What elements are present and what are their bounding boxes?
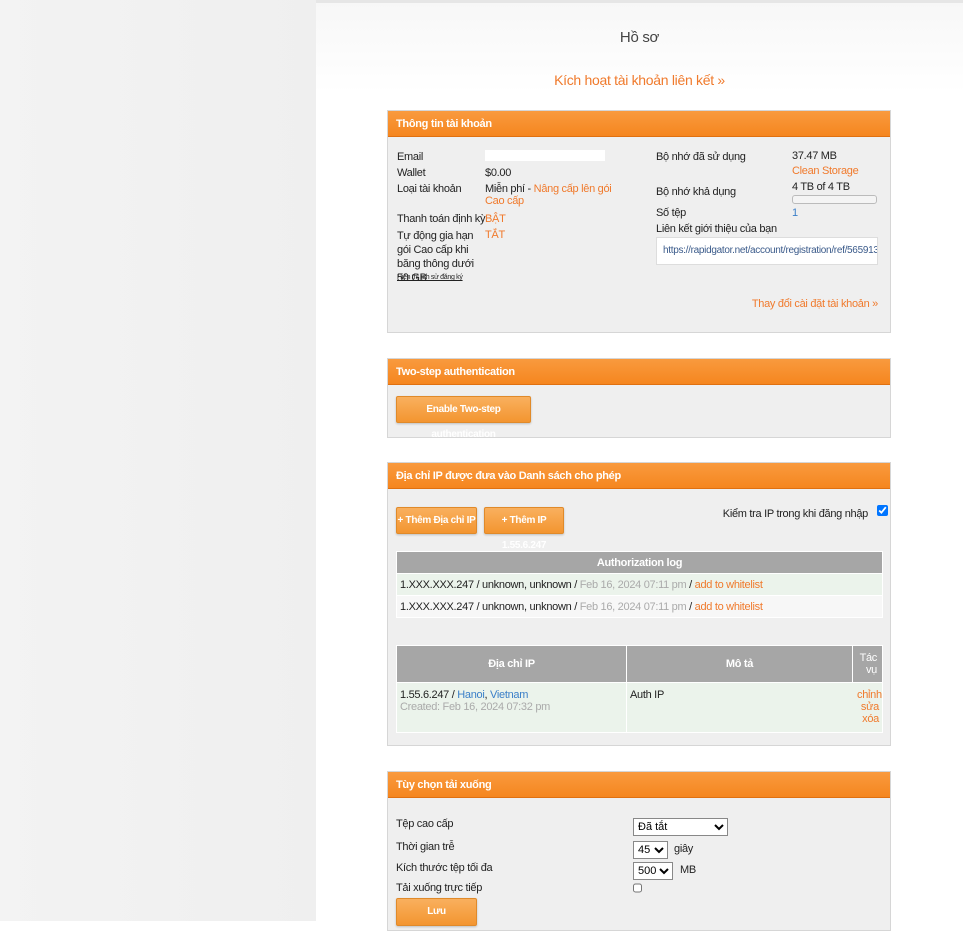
log-location: unknown, unknown [482,601,572,613]
check-ip-label: Kiểm tra IP trong khi đăng nhập [722,508,869,520]
log-ip: 1.XXX.XXX.247 [400,601,474,613]
col-description: Mô tả [626,645,853,683]
delay-select[interactable]: 45 [633,841,668,859]
storage-progress-bar [792,195,877,204]
storage-available-label: Bộ nhớ khả dụng [656,186,736,198]
table-row: 1.XXX.XXX.247 / unknown, unknown / Feb 1… [396,573,883,596]
wallet-label: Wallet [397,167,426,179]
add-to-whitelist-link[interactable]: add to whitelist [695,601,763,613]
premium-files-label: Tệp cao cấp [396,818,454,830]
ip-country: Vietnam [490,689,529,701]
log-ip: 1.XXX.XXX.247 [400,579,474,591]
premium-files-select[interactable]: Đã tắt [633,818,728,836]
add-current-ip-button[interactable]: + Thêm IP 1.55.6.247 [484,507,564,551]
ip-whitelist-panel: Địa chỉ IP được đưa vào Danh sách cho ph… [387,462,891,746]
panel-header: Two-step authentication [388,359,890,385]
save-button[interactable]: Lưu [396,898,477,926]
ip-city: Hanoi [457,689,485,701]
email-label: Email [397,151,424,163]
left-sidebar [0,0,316,921]
max-size-unit: MB [680,864,696,876]
max-size-label: Kích thước tệp tối đa [396,862,493,874]
add-to-whitelist-link[interactable]: add to whitelist [695,579,763,591]
storage-used-label: Bộ nhớ đã sử dụng [656,151,746,163]
delete-ip-link[interactable]: xóa [862,713,879,725]
files-count-value: 1 [792,207,798,219]
files-count-label: Số tệp [656,207,687,219]
download-options-panel: Tùy chọn tải xuống Tệp cao cấp Đã tắt Th… [387,771,891,931]
referral-label: Liên kết giới thiệu của bạn [656,223,777,235]
autorenew-value[interactable]: TẮT [485,229,505,241]
panel-header: Tùy chọn tải xuống [388,772,890,798]
activate-linked-account-link[interactable]: Kích hoạt tài khoản liên kết » [316,72,963,88]
panel-header: Thông tin tài khoản [388,111,890,137]
panel-header: Địa chỉ IP được đưa vào Danh sách cho ph… [388,463,890,489]
change-settings-link[interactable]: Thay đổi cài đặt tài khoản » [752,298,878,310]
recurring-label: Thanh toán định kỳ [397,213,486,225]
account-type-label: Loại tài khoản [397,183,462,195]
two-step-panel: Two-step authentication Enable Two-step … [387,358,891,440]
col-actions: Tác vụ [852,645,883,683]
edit-ip-link[interactable]: chỉnh sửa [857,689,882,713]
enable-two-step-button[interactable]: Enable Two-step authentication [396,396,531,440]
delay-label: Thời gian trễ [396,841,455,853]
check-ip-checkbox[interactable] [877,505,888,516]
ip-value: 1.55.6.247 [400,689,449,701]
ip-created: Created: Feb 16, 2024 07:32 pm [400,701,550,713]
recurring-value[interactable]: BẬT [485,213,506,225]
account-info-panel: Thông tin tài khoản Email Wallet $0.00 L… [387,110,891,333]
account-type-value: Miễn phí - [485,183,534,195]
col-ip: Địa chỉ IP [396,645,627,683]
email-value-redacted [485,150,605,161]
referral-link-field[interactable]: https://rapidgator.net/account/registrat… [656,237,878,265]
subscription-history-link[interactable]: Hiển thị lịch sử đăng ký [397,274,463,281]
table-row: 1.55.6.247 / Hanoi, Vietnam Created: Feb … [396,682,883,733]
table-row: 1.XXX.XXX.247 / unknown, unknown / Feb 1… [396,595,883,618]
log-header: Authorization log [396,551,883,574]
delay-unit: giây [674,843,693,855]
max-size-select[interactable]: 500 [633,862,673,880]
direct-download-checkbox[interactable] [633,882,642,894]
whitelist-table: Địa chỉ IP Mô tả Tác vụ 1.55.6.247 / Hanoi… [396,645,883,733]
clean-storage-link[interactable]: Clean Storage [792,165,859,177]
storage-used-value: 37.47 MB [792,150,837,162]
add-ip-button[interactable]: + Thêm Địa chỉ IP [396,507,477,534]
direct-download-label: Tải xuống trực tiếp [396,882,483,894]
log-date: Feb 16, 2024 07:11 pm [579,579,687,591]
ip-description: Auth IP [630,689,664,701]
page-title: Hồ sơ [619,29,660,46]
log-date: Feb 16, 2024 07:11 pm [579,601,687,613]
log-location: unknown, unknown [482,579,572,591]
authorization-log-table: Authorization log 1.XXX.XXX.247 / unknow… [396,551,883,618]
wallet-value: $0.00 [485,167,512,179]
storage-available-value: 4 TB of 4 TB [792,181,850,193]
